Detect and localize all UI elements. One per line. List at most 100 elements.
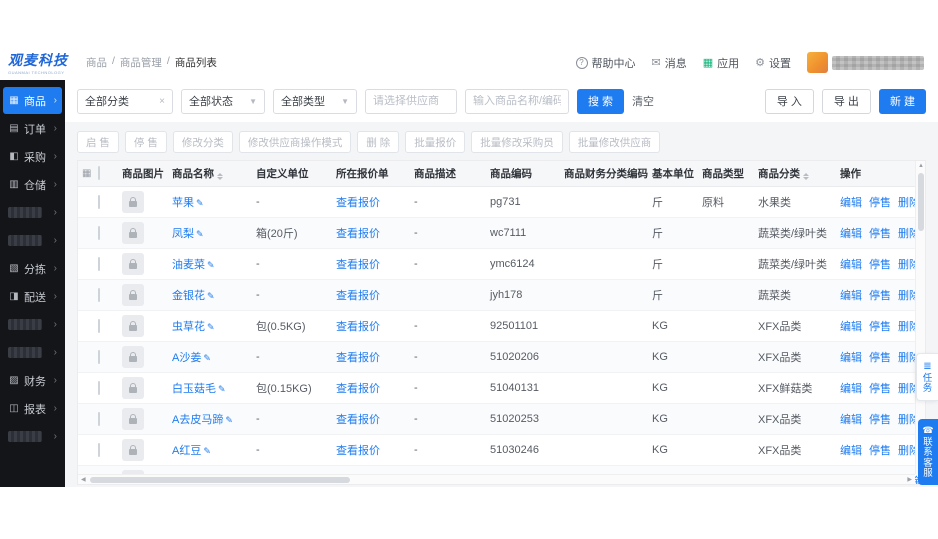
stop-sale-link[interactable]: 停售 [869,318,891,334]
row-checkbox[interactable] [98,225,100,240]
view-quote-link[interactable]: 查看报价 [336,197,380,209]
row-checkbox[interactable] [98,287,100,302]
product-name-link[interactable]: 金银花 [172,290,205,302]
edit-pencil-icon[interactable]: ✎ [203,446,211,456]
sidebar-item-仓储[interactable]: ▥ 仓储 › [3,171,62,198]
bulk-action-button[interactable]: 删 除 [357,131,400,153]
scroll-right-icon[interactable]: ▶ [907,476,912,483]
edit-pencil-icon[interactable]: ✎ [225,415,233,425]
clear-button[interactable]: 清空 [632,93,654,109]
product-name-link[interactable]: 凤梨 [172,228,194,240]
product-name-link[interactable]: 苹果 [172,197,194,209]
horizontal-scrollbar[interactable]: ◀ ▶ [78,474,915,484]
product-name-link[interactable]: A红豆 [172,445,201,457]
view-quote-link[interactable]: 查看报价 [336,445,380,457]
bulk-action-button[interactable]: 修改分类 [172,131,233,153]
bulk-action-button[interactable]: 批量修改供应商 [568,131,661,153]
row-checkbox[interactable] [98,318,100,333]
bulk-action-button[interactable]: 启 售 [77,131,119,153]
select-all-checkbox[interactable] [98,166,100,181]
stop-sale-link[interactable]: 停售 [869,256,891,272]
row-checkbox[interactable] [98,256,100,271]
table-header-cell[interactable]: 商品类型 [698,161,754,187]
scroll-left-icon[interactable]: ◀ [81,476,86,483]
horizontal-scrollbar-thumb[interactable] [90,477,350,483]
table-header-cell[interactable]: 商品描述 [410,161,486,187]
view-quote-link[interactable]: 查看报价 [336,290,380,302]
task-tab[interactable]: ≣ 任务 [916,353,938,401]
edit-link[interactable]: 编辑 [840,411,862,427]
product-name-link[interactable]: A沙姜 [172,352,201,364]
table-header-cell[interactable]: 基本单位 [648,161,698,187]
table-header-cell[interactable]: 商品编码 [486,161,560,187]
sidebar-item-报表[interactable]: ◫ 报表 › [3,395,62,422]
product-name-link[interactable]: A去皮马蹄 [172,414,223,426]
sidebar-item-redacted[interactable]: › [3,423,62,450]
breadcrumb-item[interactable]: 商品 [86,55,107,70]
sidebar-item-订单[interactable]: ▤ 订单 › [3,115,62,142]
edit-link[interactable]: 编辑 [840,256,862,272]
user-account[interactable] [807,52,924,73]
sidebar-item-分拣[interactable]: ▧ 分拣 › [3,255,62,282]
stop-sale-link[interactable]: 停售 [869,380,891,396]
table-header-cell[interactable]: 商品图片 [118,161,168,187]
vertical-scrollbar-thumb[interactable] [918,173,924,231]
create-button[interactable]: 新 建 [878,88,926,114]
messages-link[interactable]: ✉ 消息 [652,55,687,71]
bulk-action-button[interactable]: 批量报价 [405,131,466,153]
product-name-link[interactable]: 油麦菜 [172,259,205,271]
sidebar-item-redacted[interactable]: › [3,311,62,338]
stop-sale-link[interactable]: 停售 [869,442,891,458]
edit-link[interactable]: 编辑 [840,194,862,210]
stop-sale-link[interactable]: 停售 [869,225,891,241]
row-checkbox[interactable] [98,411,100,426]
edit-pencil-icon[interactable]: ✎ [203,353,211,363]
sidebar-item-财务[interactable]: ▨ 财务 › [3,367,62,394]
bulk-action-button[interactable]: 批量修改采购员 [471,131,563,153]
scroll-up-icon[interactable]: ▲ [916,163,925,169]
sort-icon[interactable] [217,172,223,180]
row-checkbox[interactable] [98,349,100,364]
table-header-cell[interactable]: 商品名称 [168,161,252,187]
edit-link[interactable]: 编辑 [840,225,862,241]
table-header-cell[interactable]: 操作 [836,161,922,187]
edit-link[interactable]: 编辑 [840,318,862,334]
clear-tag-icon[interactable]: × [159,96,165,107]
row-checkbox[interactable] [98,194,100,209]
contact-service-tab[interactable]: ☎ 联系客服 [918,419,938,485]
view-quote-link[interactable]: 查看报价 [336,352,380,364]
sidebar-item-redacted[interactable]: › [3,339,62,366]
view-quote-link[interactable]: 查看报价 [336,414,380,426]
view-quote-link[interactable]: 查看报价 [336,228,380,240]
apps-link[interactable]: ▦ 应用 [703,55,739,71]
type-select[interactable]: 全部类型 ▼ [273,88,357,114]
export-button[interactable]: 导 出 [821,88,871,114]
product-name-link[interactable]: 虫草花 [172,321,205,333]
edit-pencil-icon[interactable]: ✎ [207,291,215,301]
edit-pencil-icon[interactable]: ✎ [196,198,204,208]
search-input[interactable] [473,95,561,107]
breadcrumb-item[interactable]: 商品管理 [120,55,162,70]
stop-sale-link[interactable]: 停售 [869,194,891,210]
edit-pencil-icon[interactable]: ✎ [218,384,226,394]
stop-sale-link[interactable]: 停售 [869,411,891,427]
settings-link[interactable]: ⚙ 设置 [755,55,791,71]
table-header-cell[interactable]: 自定义单位 [252,161,332,187]
edit-pencil-icon[interactable]: ✎ [207,322,215,332]
search-button[interactable]: 搜 索 [577,88,625,114]
status-select[interactable]: 全部状态 ▼ [181,88,265,114]
sort-icon[interactable] [803,172,809,180]
category-select[interactable]: 全部分类 × [77,88,173,114]
import-button[interactable]: 导 入 [764,88,814,114]
view-quote-link[interactable]: 查看报价 [336,321,380,333]
sidebar-item-redacted[interactable]: › [3,227,62,254]
help-center-link[interactable]: ? 帮助中心 [575,55,636,71]
product-name-link[interactable]: 白玉菇毛 [172,383,216,395]
bulk-action-button[interactable]: 修改供应商操作模式 [238,131,352,153]
sidebar-item-redacted[interactable]: › [3,199,62,226]
sidebar-item-配送[interactable]: ◨ 配送 › [3,283,62,310]
sidebar-item-商品[interactable]: ▦ 商品 › [3,87,62,114]
table-header-cell[interactable]: 所在报价单 [332,161,410,187]
edit-link[interactable]: 编辑 [840,442,862,458]
sidebar-item-采购[interactable]: ◧ 采购 › [3,143,62,170]
